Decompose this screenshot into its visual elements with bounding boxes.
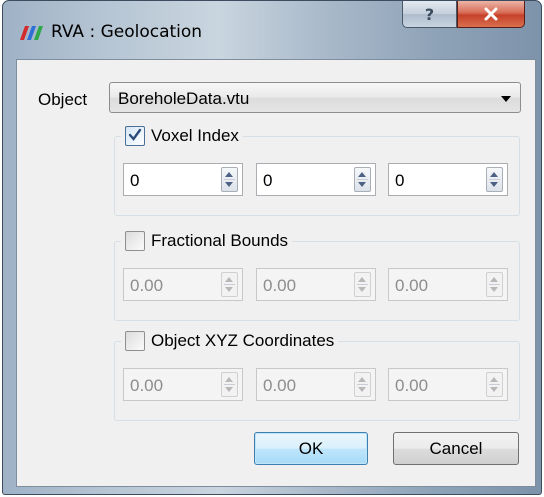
spin-down-icon <box>358 387 366 392</box>
cancel-button[interactable]: Cancel <box>393 432 519 465</box>
spin-down-icon <box>225 287 233 292</box>
spin-down-icon[interactable] <box>225 182 233 187</box>
help-button[interactable]: ? <box>402 1 457 28</box>
spinbox-value: 0 <box>130 171 140 190</box>
spinbox-arrows[interactable] <box>354 167 371 192</box>
spinbox-value: 0.00 <box>395 276 429 295</box>
voxel-index-header[interactable]: Voxel Index <box>121 123 243 149</box>
spinbox-value: 0.00 <box>263 376 297 395</box>
close-icon <box>484 7 498 21</box>
object-xyz-group: Object XYZ Coordinates 0.00 0.00 0.00 <box>114 328 520 421</box>
checkmark-icon <box>128 128 142 141</box>
object-xyz-label: Object XYZ Coordinates <box>151 331 335 350</box>
voxel-index-i-spinbox[interactable]: 0 <box>123 163 243 196</box>
spinbox-value: 0.00 <box>263 276 297 295</box>
fractional-bounds-checkbox[interactable] <box>125 231 145 251</box>
spin-down-icon[interactable] <box>358 182 366 187</box>
spinbox-arrows <box>221 272 238 297</box>
voxel-index-k-spinbox[interactable]: 0 <box>388 163 508 196</box>
spinbox-value: 0 <box>395 171 405 190</box>
fractional-bounds-y-spinbox: 0.00 <box>256 268 376 301</box>
spin-up-icon[interactable] <box>490 172 498 177</box>
dialog-body: Object BoreholeData.vtu Voxel Index 0 0 … <box>16 59 536 487</box>
spinbox-arrows[interactable] <box>486 167 503 192</box>
object-xyz-y-spinbox: 0.00 <box>256 368 376 401</box>
spin-down-icon <box>358 287 366 292</box>
spinbox-value: 0 <box>263 171 273 190</box>
window-title: RVA : Geolocation <box>51 22 203 42</box>
spinbox-arrows <box>486 372 503 397</box>
voxel-index-checkbox[interactable] <box>125 126 145 146</box>
voxel-index-j-spinbox[interactable]: 0 <box>256 163 376 196</box>
voxel-index-label: Voxel Index <box>151 126 239 145</box>
fractional-bounds-group: Fractional Bounds 0.00 0.00 0.00 <box>114 228 520 321</box>
fractional-bounds-header[interactable]: Fractional Bounds <box>121 228 293 254</box>
spinbox-value: 0.00 <box>130 276 164 295</box>
help-icon: ? <box>424 4 435 24</box>
object-xyz-checkbox[interactable] <box>125 331 145 351</box>
dropdown-arrow-icon <box>501 96 511 102</box>
ok-button[interactable]: OK <box>254 432 368 465</box>
object-combobox-value: BoreholeData.vtu <box>118 89 250 108</box>
spin-up-icon <box>225 277 233 282</box>
spin-down-icon <box>490 287 498 292</box>
spin-up-icon <box>358 377 366 382</box>
object-label: Object <box>38 90 88 109</box>
spin-up-icon <box>358 277 366 282</box>
object-xyz-x-spinbox: 0.00 <box>123 368 243 401</box>
spinbox-arrows <box>354 272 371 297</box>
spinbox-value: 0.00 <box>130 376 164 395</box>
close-button[interactable] <box>457 1 525 28</box>
spin-down-icon[interactable] <box>490 182 498 187</box>
object-xyz-z-spinbox: 0.00 <box>388 368 508 401</box>
spinbox-arrows <box>221 372 238 397</box>
fractional-bounds-label: Fractional Bounds <box>151 231 289 250</box>
voxel-index-group: Voxel Index 0 0 0 <box>114 123 520 216</box>
object-combobox[interactable]: BoreholeData.vtu <box>109 82 521 113</box>
spin-down-icon <box>490 387 498 392</box>
spinbox-arrows[interactable] <box>221 167 238 192</box>
app-icon <box>20 26 43 40</box>
spinbox-arrows <box>354 372 371 397</box>
spin-up-icon <box>490 277 498 282</box>
fractional-bounds-z-spinbox: 0.00 <box>388 268 508 301</box>
spin-up-icon[interactable] <box>225 172 233 177</box>
spin-down-icon <box>225 387 233 392</box>
spin-up-icon <box>490 377 498 382</box>
spin-up-icon[interactable] <box>358 172 366 177</box>
object-xyz-header[interactable]: Object XYZ Coordinates <box>121 328 339 354</box>
title-bar[interactable]: RVA : Geolocation ? <box>3 1 541 55</box>
spinbox-value: 0.00 <box>395 376 429 395</box>
dialog-window: RVA : Geolocation ? Object BoreholeData.… <box>2 0 542 495</box>
spin-up-icon <box>225 377 233 382</box>
spinbox-arrows <box>486 272 503 297</box>
fractional-bounds-x-spinbox: 0.00 <box>123 268 243 301</box>
